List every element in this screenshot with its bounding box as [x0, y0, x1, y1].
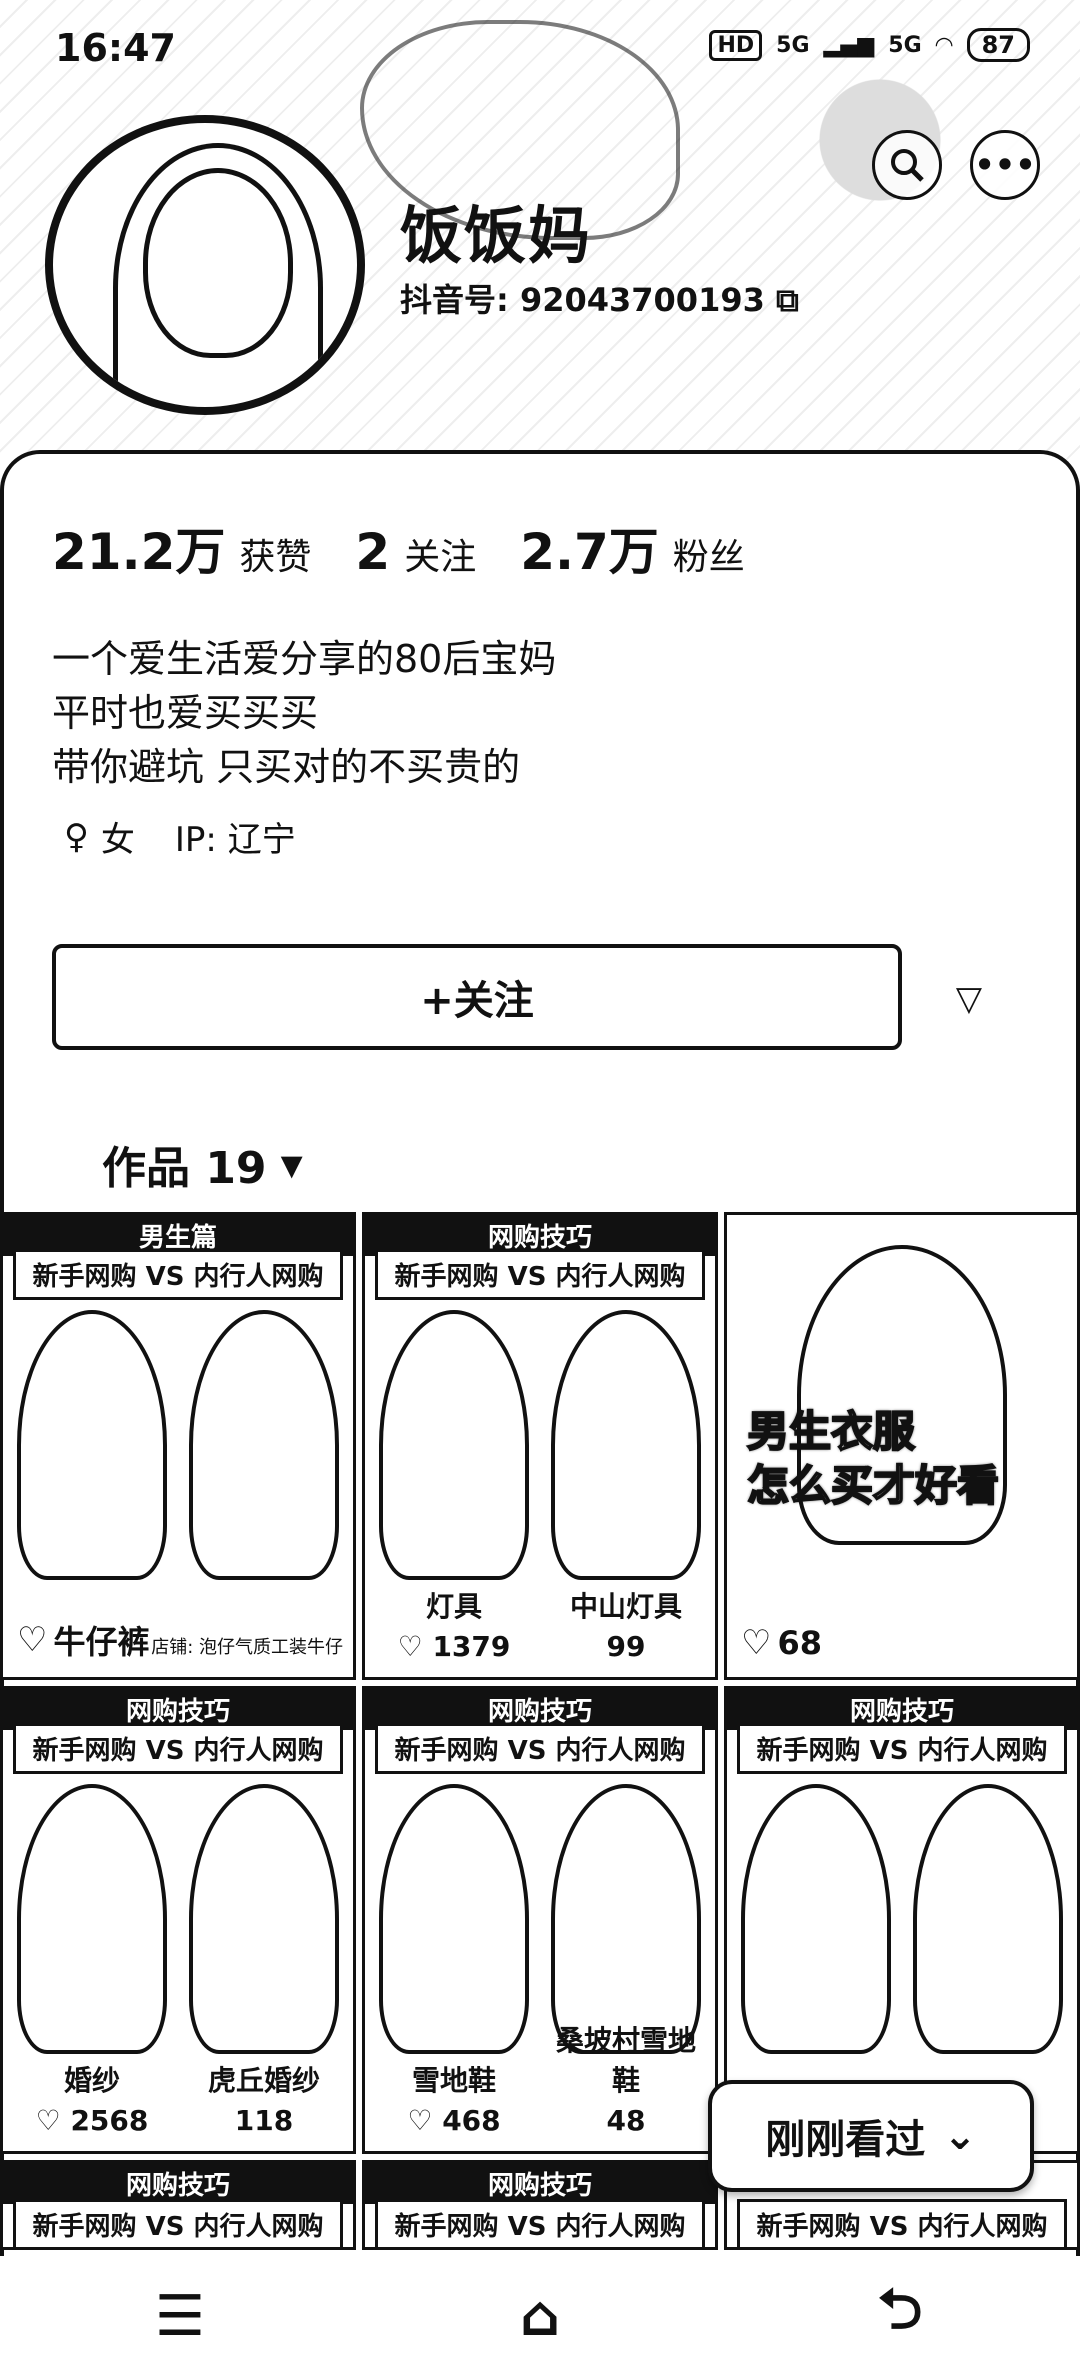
tile-subtitle: 新手网购 VS 内行人网购 — [13, 1249, 343, 1300]
recently-viewed-button[interactable]: 刚刚看过 ⌄ — [708, 2080, 1034, 2192]
likes-count[interactable]: 21.2万 — [52, 512, 225, 584]
tab-works[interactable]: 作品 19 ▾ — [102, 1132, 303, 1196]
tile-subtitle: 新手网购 VS 内行人网购 — [375, 2199, 705, 2247]
douyin-id-text: 抖音号: 92043700193 — [400, 281, 765, 319]
status-time: 16:47 — [55, 26, 176, 70]
tile-title: 网购技巧 — [3, 2163, 353, 2204]
tile-left-label: 雪地鞋 — [411, 2064, 496, 2097]
bio-line: 一个爱生活爱分享的80后宝妈 — [52, 637, 557, 681]
wifi-icon: ◠ — [935, 32, 953, 58]
tile-right-price: 48 — [606, 2104, 646, 2137]
tile-subtitle: 新手网购 VS 内行人网购 — [737, 1723, 1067, 1774]
tile-subtitle: 新手网购 VS 内行人网购 — [375, 1723, 705, 1774]
price-value: 2568 — [70, 2104, 149, 2137]
video-tile[interactable]: 网购技巧 新手网购 VS 内行人网购 — [362, 2160, 718, 2250]
heart-icon: ♡ — [17, 1620, 48, 1660]
tile-subtitle: 新手网购 VS 内行人网购 — [375, 1249, 705, 1300]
avatar-face — [143, 168, 293, 358]
price-value: 468 — [442, 2104, 501, 2137]
followers-count[interactable]: 2.7万 — [520, 512, 659, 584]
battery-icon: 87 — [966, 28, 1030, 62]
heart-icon: ♡ — [35, 2104, 71, 2137]
status-bar: 16:47 HD 5G ▂▄▆ 5G ◠ 87 — [0, 20, 1080, 80]
video-tile[interactable]: 网购技巧 新手网购 VS 内行人网购 雪地鞋 桑坡村雪地鞋 ♡ 468 48 — [362, 1686, 718, 2154]
chevron-down-icon: ▾ — [280, 1138, 303, 1190]
bio-line: 带你避坑 只买对的不买贵的 — [52, 745, 521, 789]
video-tile[interactable]: 男生篇 新手网购 VS 内行人网购 ♡ 牛仔裤 店铺: 泡仔气质工装牛仔 — [0, 1212, 356, 1680]
heart-icon: ♡ — [741, 1623, 772, 1663]
dropdown-triangle-icon[interactable]: ▽ — [934, 964, 1004, 1034]
more-icon[interactable]: ••• — [970, 130, 1040, 200]
tile-overlay-text: 男生衣服 怎么买才好看 — [746, 1406, 1000, 1511]
female-icon: ♀ — [64, 816, 89, 857]
tile-left-label: 婚纱 — [63, 2064, 120, 2097]
heart-icon: ♡ — [397, 1630, 433, 1663]
signal-bars-icon: ▂▄▆ — [823, 32, 875, 58]
search-glyph — [891, 149, 924, 182]
heart-icon: ♡ — [407, 2104, 443, 2137]
like-value: 68 — [777, 1624, 823, 1662]
tile-thumbnail — [727, 1774, 1077, 2074]
tile-right-label: 虎丘婚纱 — [207, 2064, 320, 2097]
tile-right-label: 桑坡村雪地鞋 — [555, 2024, 696, 2097]
tile-left-label: 灯具 — [425, 1590, 482, 1623]
works-tab-label: 作品 19 — [102, 1143, 267, 1194]
video-tile[interactable]: 男生衣服 怎么买才好看 ♡ 68 — [724, 1212, 1080, 1680]
tile-left-price: ♡ 2568 — [17, 2104, 167, 2137]
tile-title: 网购技巧 — [365, 2163, 715, 2204]
home-icon[interactable]: ⌂ — [495, 2271, 585, 2361]
video-tile[interactable]: 网购技巧 新手网购 VS 内行人网购 婚纱 虎丘婚纱 ♡ 2568 118 — [0, 1686, 356, 2154]
signal-5g-icon: 5G — [776, 32, 810, 58]
bio-line: 平时也爱买买买 — [52, 691, 319, 735]
following-count[interactable]: 2 — [355, 523, 390, 581]
price-value: 1379 — [432, 1630, 511, 1663]
tile-thumbnail — [365, 1300, 715, 1600]
status-icons: HD 5G ▂▄▆ 5G ◠ 87 — [709, 28, 1030, 62]
avatar[interactable] — [45, 115, 365, 415]
recently-viewed-label: 刚刚看过 — [765, 2117, 926, 2163]
video-tile[interactable]: 网购技巧 新手网购 VS 内行人网购 — [0, 2160, 356, 2250]
gender-text: 女 — [100, 820, 135, 860]
likes-label[interactable]: 获赞 — [239, 528, 311, 580]
nickname: 饭饭妈 — [400, 199, 593, 272]
copy-icon[interactable]: ⧉ — [776, 281, 799, 319]
tile-thumbnail — [3, 1774, 353, 2074]
stats-row: 21.2万 获赞 2 关注 2.7万 粉丝 — [52, 512, 775, 584]
double-chevron-down-icon: ⌄ — [943, 2113, 977, 2159]
ip-location: IP: 辽宁 — [174, 820, 296, 860]
tile-subtitle: 新手网购 VS 内行人网购 — [13, 1723, 343, 1774]
like-count: ♡ 牛仔裤 — [17, 1617, 150, 1663]
tile-subtitle: 新手网购 VS 内行人网购 — [737, 2199, 1067, 2247]
tile-thumbnail — [3, 1300, 353, 1600]
search-icon[interactable] — [872, 130, 942, 200]
tile-left-price: ♡ 468 — [379, 2104, 529, 2137]
tile-right-price: 118 — [234, 2104, 294, 2137]
top-actions: ••• — [872, 130, 1040, 200]
profile-meta: ♀ 女 IP: 辽宁 — [64, 812, 296, 861]
douyin-id[interactable]: 抖音号: 92043700193 ⧉ — [400, 275, 799, 321]
back-icon[interactable]: ⮌ — [855, 2271, 945, 2361]
following-label[interactable]: 关注 — [404, 528, 476, 580]
menu-icon[interactable]: ☰ — [135, 2271, 225, 2361]
like-count: ♡ 68 — [741, 1623, 822, 1663]
follow-button[interactable]: +关注 — [52, 944, 902, 1050]
system-nav-bar: ☰ ⌂ ⮌ — [0, 2256, 1080, 2376]
signal-5g-icon-2: 5G — [888, 32, 922, 58]
tile-label: 牛仔裤 — [53, 1623, 150, 1661]
tile-subtitle: 新手网购 VS 内行人网购 — [13, 2199, 343, 2247]
bio: 一个爱生活爱分享的80后宝妈 平时也爱买买买 带你避坑 只买对的不买贵的 — [52, 632, 556, 794]
store-label: 店铺: 泡仔气质工装牛仔 — [151, 1637, 343, 1658]
followers-label[interactable]: 粉丝 — [673, 528, 745, 580]
tile-right-price: 99 — [606, 1630, 646, 1663]
gender-tag: ♀ 女 — [64, 812, 135, 861]
tile-left-price: ♡ 1379 — [379, 1630, 529, 1663]
hd-icon: HD — [709, 29, 763, 61]
video-tile[interactable]: 网购技巧 新手网购 VS 内行人网购 灯具 中山灯具 ♡ 1379 99 — [362, 1212, 718, 1680]
tile-right-label: 中山灯具 — [569, 1590, 682, 1623]
